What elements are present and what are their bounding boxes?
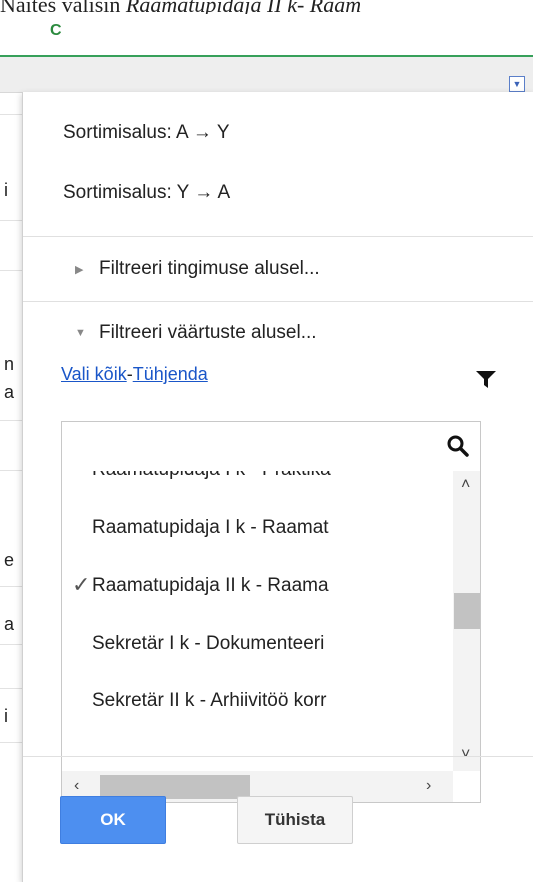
cell-fragment: i bbox=[4, 706, 8, 726]
caption-plain: Näites valisin bbox=[0, 0, 126, 14]
cell-fragment: e bbox=[4, 550, 15, 570]
row-line bbox=[0, 114, 22, 115]
divider bbox=[23, 301, 533, 302]
row-line bbox=[0, 644, 22, 645]
filter-by-values-toggle[interactable]: ▼ Filtreeri väärtuste alusel... bbox=[75, 322, 317, 344]
caption-italic: Raamatupidaja II k- Raam bbox=[125, 0, 362, 14]
divider bbox=[23, 756, 533, 757]
search-icon[interactable] bbox=[446, 434, 470, 458]
expand-triangle-icon: ▶ bbox=[75, 263, 84, 276]
divider bbox=[23, 236, 533, 237]
left-column-cells: i n a e a i bbox=[0, 92, 22, 882]
search-input[interactable] bbox=[68, 428, 432, 466]
search-box bbox=[61, 421, 481, 471]
sort-descending-item[interactable]: Sortimisalus: Y → A bbox=[63, 182, 230, 204]
cell-fragment: i bbox=[4, 180, 8, 200]
value-item[interactable]: Sekretär I k - Dokumenteeri bbox=[92, 633, 324, 655]
clear-link[interactable]: Tühjenda bbox=[133, 364, 208, 384]
ok-button[interactable]: OK bbox=[60, 796, 166, 844]
row-line bbox=[0, 688, 22, 689]
cell-fragment: n bbox=[4, 354, 15, 374]
dropdown-arrow-icon[interactable]: ▼ bbox=[509, 76, 525, 92]
scroll-left-icon[interactable]: ‹ bbox=[74, 778, 79, 794]
value-item[interactable]: Raamatupidaja I k - Praktika bbox=[92, 471, 331, 481]
row-line bbox=[0, 420, 22, 421]
values-list-viewport: Raamatupidaja I k - Praktika Raamatupida… bbox=[62, 471, 453, 771]
checkmark-icon: ✓ bbox=[72, 572, 91, 597]
cell-fragment: a bbox=[4, 614, 15, 634]
row-line bbox=[0, 270, 22, 271]
filter-funnel-icon bbox=[476, 371, 496, 388]
scroll-up-icon[interactable]: ˄ bbox=[461, 477, 470, 493]
select-links: Vali kõik-Tühjenda bbox=[61, 364, 208, 385]
value-item[interactable]: Sekretär II k - Arhiivitöö korr bbox=[92, 690, 326, 712]
cancel-button[interactable]: Tühista bbox=[237, 796, 353, 844]
row-line bbox=[0, 220, 22, 221]
vertical-scrollbar[interactable]: ˄ ˅ bbox=[453, 471, 480, 771]
collapse-triangle-icon: ▼ bbox=[75, 327, 86, 339]
scroll-right-icon[interactable]: › bbox=[426, 778, 431, 794]
value-item-checked[interactable]: Raamatupidaja II k - Raama bbox=[92, 575, 329, 597]
row-line bbox=[0, 586, 22, 587]
filter-dropdown-panel: Sortimisalus: A → Y Sortimisalus: Y → A … bbox=[22, 92, 533, 882]
cell-fragment: a bbox=[4, 382, 15, 402]
filter-by-condition-toggle[interactable]: ▶ Filtreeri tingimuse alusel... bbox=[75, 258, 320, 280]
select-all-link[interactable]: Vali kõik bbox=[61, 364, 127, 384]
vertical-scroll-thumb[interactable] bbox=[454, 593, 480, 629]
filter-by-condition-label: Filtreeri tingimuse alusel... bbox=[99, 258, 320, 279]
filter-by-values-label: Filtreeri väärtuste alusel... bbox=[99, 322, 317, 343]
value-item[interactable]: Raamatupidaja I k - Raamat bbox=[92, 517, 329, 539]
row-line bbox=[0, 470, 22, 471]
sort-ascending-item[interactable]: Sortimisalus: A → Y bbox=[63, 122, 230, 144]
header-row bbox=[0, 57, 533, 93]
partial-caption: Näites valisin Raamatupidaja II k- Raam bbox=[0, 0, 533, 14]
values-list: Raamatupidaja I k - Praktika Raamatupida… bbox=[61, 471, 481, 803]
row-line bbox=[0, 742, 22, 743]
column-header-letter[interactable]: C bbox=[50, 22, 62, 40]
scroll-down-icon[interactable]: ˅ bbox=[461, 747, 470, 763]
